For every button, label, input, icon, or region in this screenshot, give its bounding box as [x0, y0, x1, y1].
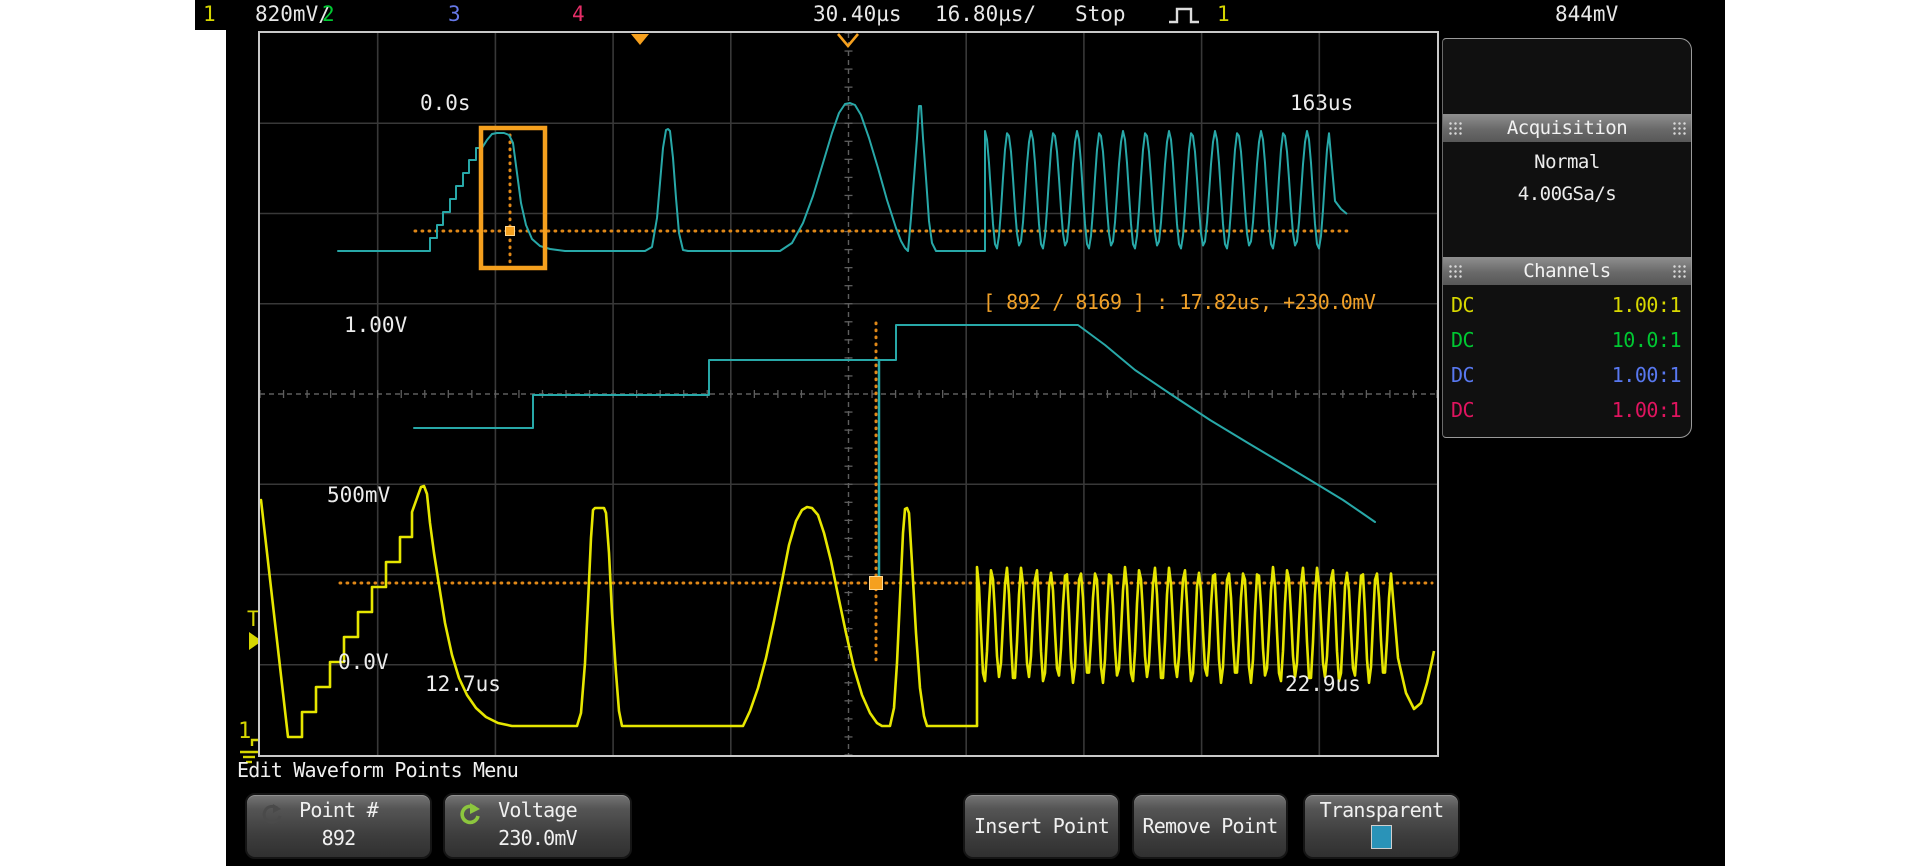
label-voltage-low: 500mV [327, 483, 391, 507]
acquisition-mode: Normal [1534, 151, 1600, 173]
softkey-remove-point[interactable]: Remove Point [1132, 793, 1288, 859]
grip-dots-icon [1672, 264, 1686, 278]
trigger-level[interactable]: 844mV [1555, 2, 1618, 26]
rotate-knob-active-icon [457, 803, 483, 833]
label-voltage-mid: 1.00V [344, 313, 408, 337]
acquisition-title: Acquisition [1506, 117, 1628, 139]
softkey-label: Remove Point [1142, 814, 1279, 838]
channel-4-badge[interactable]: 4 [572, 2, 585, 26]
channel-1-scale[interactable]: 820mV/ [255, 2, 331, 26]
waveform-canvas: 0.0s 163us 1.00V 500mV 0.0V 12.7us 22.9u… [259, 32, 1438, 756]
info-sidebar: Acquisition Normal 4.00GSa/s Channels DC… [1442, 38, 1692, 438]
overview-trace [337, 102, 986, 252]
edit-point-main[interactable] [869, 576, 883, 590]
channel-2-badge[interactable]: 2 [322, 2, 335, 26]
acquisition-sample-rate: 4.00GSa/s [1517, 183, 1617, 205]
label-voltage-zero: 0.0V [338, 650, 389, 674]
grip-dots-icon [1672, 121, 1686, 135]
channel-1-badge[interactable]: 1 [203, 2, 216, 26]
label-timebase-end: 22.9us [1285, 672, 1361, 696]
edit-point-readout: [ 892 / 8169 ] : 17.82us, +230.0mV [983, 290, 1376, 314]
rotate-knob-icon [259, 803, 285, 833]
softkey-label: Transparent [1319, 798, 1444, 822]
timebase-scale[interactable]: 16.80µs/ [935, 2, 1036, 26]
waveform-display[interactable]: 0.0s 163us 1.00V 500mV 0.0V 12.7us 22.9u… [258, 31, 1439, 757]
label-time-start: 0.0s [420, 91, 471, 115]
oscilloscope-screenshot: { "top_bar": { "ch1_number": "1", "ch1_s… [0, 0, 1919, 866]
acquisition-panel-header[interactable]: Acquisition [1443, 114, 1691, 142]
status-bar: 1 820mV/ 2 3 4 30.40µs 16.80µs/ Stop 1 8… [195, 0, 1725, 30]
edit-point-overview[interactable] [505, 226, 515, 236]
softkey-label: Insert Point [974, 814, 1110, 838]
channels-panel-header[interactable]: Channels [1443, 257, 1691, 285]
softkey-transparent[interactable]: Transparent [1303, 793, 1460, 859]
label-timebase-start: 12.7us [425, 672, 501, 696]
svg-text:1: 1 [238, 719, 251, 744]
channel-3-badge[interactable]: 3 [448, 2, 461, 26]
transparent-checkbox[interactable] [1371, 825, 1392, 849]
channel1-output [259, 484, 979, 739]
overview-trace-burst [984, 130, 1348, 251]
softkey-insert-point[interactable]: Insert Point [963, 793, 1120, 859]
channels-title: Channels [1523, 260, 1611, 282]
label-time-end: 163us [1290, 91, 1353, 115]
run-state: Stop [1075, 2, 1126, 26]
scope-screen: 1 820mV/ 2 3 4 30.40µs 16.80µs/ Stop 1 8… [195, 0, 1725, 866]
softkey-voltage[interactable]: Voltage 230.0mV [443, 793, 632, 859]
channel2-staircase [413, 324, 1376, 523]
pulse-edge-icon [1168, 4, 1202, 31]
grip-dots-icon [1448, 264, 1462, 278]
grip-dots-icon [1448, 121, 1462, 135]
menu-title: Edit Waveform Points Menu [237, 758, 519, 782]
softkey-point-number[interactable]: Point # 892 [245, 793, 432, 859]
timebase-delay[interactable]: 30.40µs [813, 2, 902, 26]
channel1-output-burst [975, 565, 1436, 726]
time-reference-marker [631, 34, 649, 45]
trigger-source[interactable]: 1 [1217, 2, 1230, 26]
